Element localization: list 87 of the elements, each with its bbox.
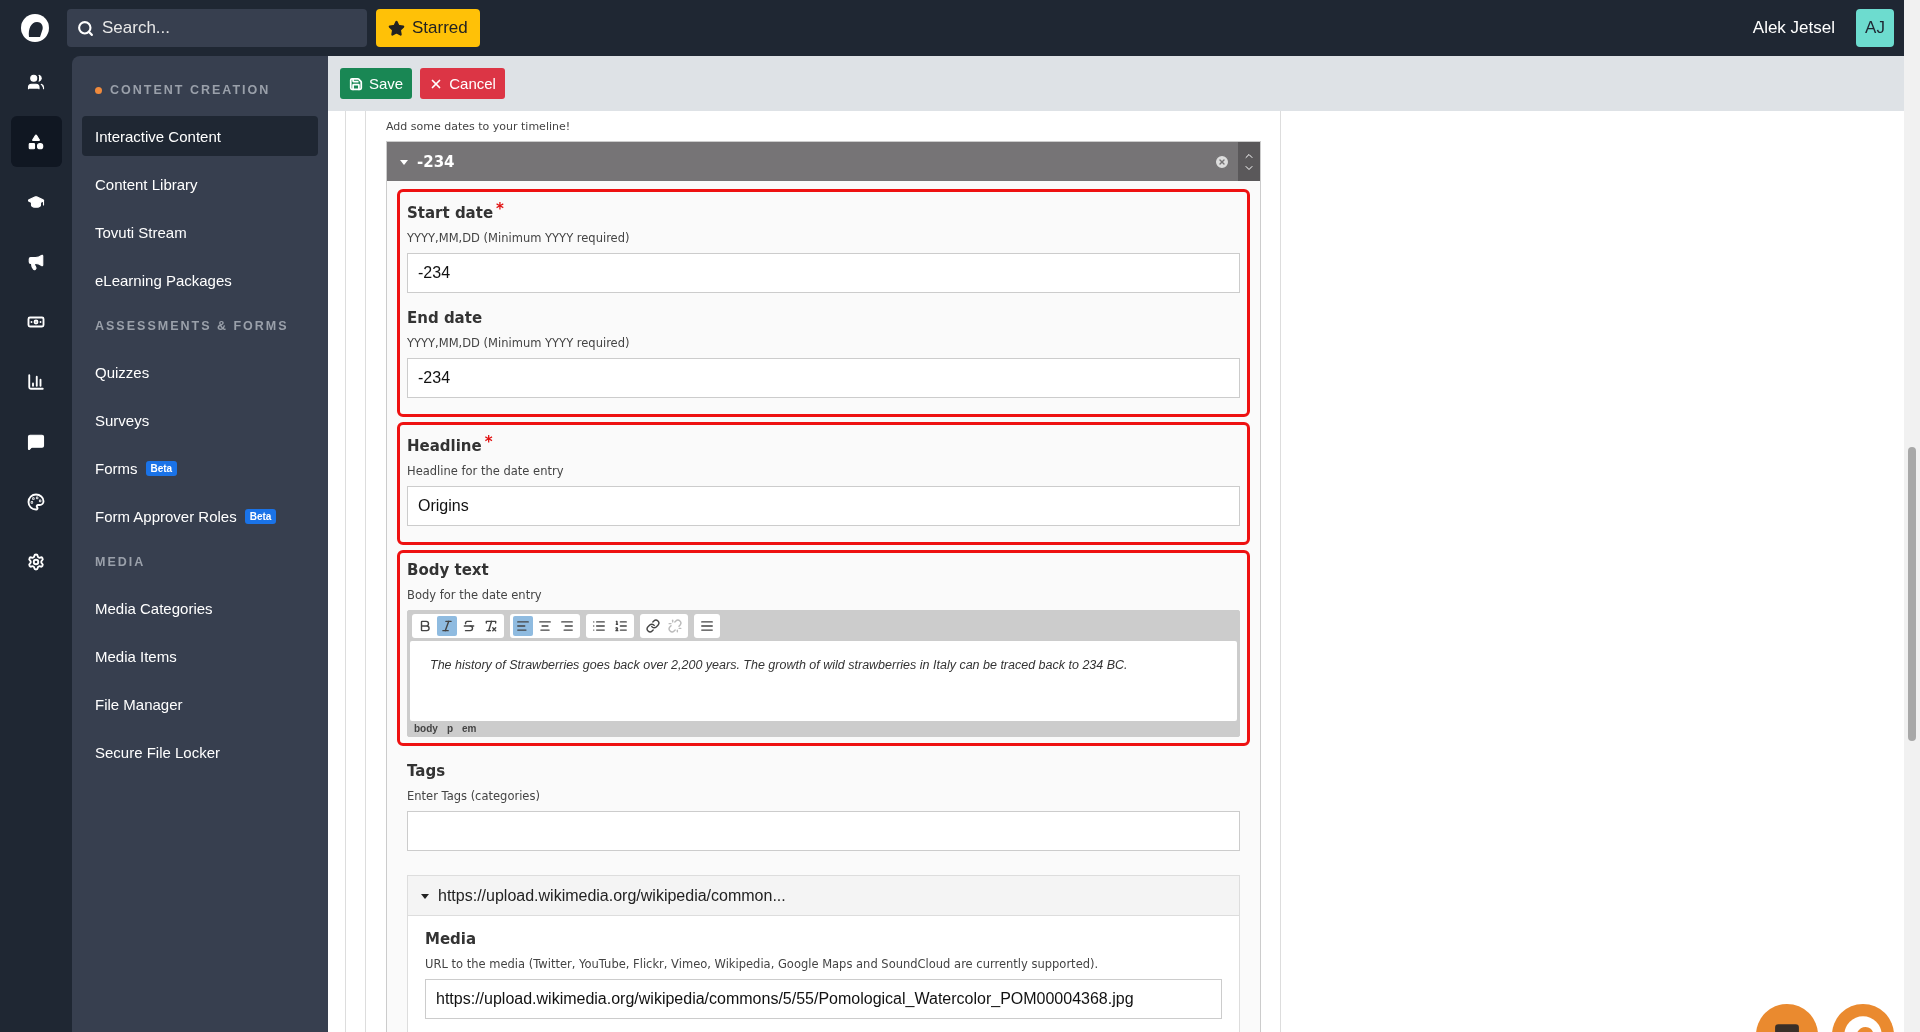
sidebar-item-label: File Manager: [95, 695, 183, 713]
user-name[interactable]: Alek Jetsel: [1752, 18, 1835, 38]
input-field[interactable]: https://upload.wikimedia.org/wikipedia/commons/5/55/Pomological_Watercolor_POM00004368.jpg: [425, 979, 1222, 1019]
section-heading: MEDIA: [95, 555, 146, 569]
section-heading: ASSESSMENTS & FORMS: [95, 319, 289, 333]
field-label: Body text: [407, 560, 490, 579]
star-icon: [388, 19, 405, 37]
sidebar-item-label: Surveys: [95, 411, 150, 429]
field-hint: Headline for the date entry: [407, 464, 565, 478]
input-field[interactable]: -234: [407, 253, 1240, 293]
sidebar-item-label: Forms: [95, 459, 138, 477]
sidebar-item-label: Secure File Locker: [95, 743, 221, 761]
rule-icon: [700, 619, 714, 633]
sidebar-item[interactable]: Secure File Locker: [82, 732, 318, 772]
sidebar-item-label: eLearning Packages: [95, 271, 232, 289]
cancel-button[interactable]: Cancel: [420, 68, 505, 99]
field-hint: YYYY,MM,DD (Minimum YYYY required): [407, 231, 631, 245]
sidebar-item[interactable]: eLearning Packages: [82, 260, 318, 300]
sidebar-item[interactable]: Forms Beta: [82, 448, 318, 488]
message-icon: [27, 432, 45, 451]
input-field[interactable]: Origins: [407, 486, 1240, 526]
scrollbar[interactable]: [1904, 0, 1920, 1032]
sidebar-item-label: Media Categories: [95, 599, 213, 617]
align-right-icon: [560, 619, 574, 633]
sidebar-item-label: Media Items: [95, 647, 177, 665]
rail-button[interactable]: [10, 116, 62, 167]
element-path-item[interactable]: body: [414, 723, 438, 734]
sidebar-item[interactable]: Content Library: [82, 164, 318, 204]
sidebar-item[interactable]: Tovuti Stream: [82, 212, 318, 252]
media-accordion-header[interactable]: https://upload.wikimedia.org/wikipedia/common...: [408, 876, 1239, 916]
beta-tag: Beta: [145, 460, 178, 476]
search-icon: [77, 19, 94, 37]
field-label: Tags: [407, 761, 447, 780]
logo-icon[interactable]: [20, 13, 50, 43]
bullets-icon: [592, 619, 606, 633]
strike-icon: [462, 619, 476, 633]
unlink-icon: [668, 619, 682, 633]
bold-icon: [418, 619, 432, 633]
field-hint: YYYY,MM,DD (Minimum YYYY required): [407, 336, 631, 350]
beta-tag: Beta: [244, 508, 277, 524]
shapes-icon: [27, 132, 45, 151]
required-mark: *: [484, 433, 493, 451]
required-mark: *: [496, 200, 504, 218]
link-button[interactable]: [643, 616, 663, 636]
user-avatar[interactable]: AJ: [1856, 9, 1894, 47]
field-hint: Enter Tags (categories): [407, 789, 541, 803]
italic-button[interactable]: [437, 616, 457, 636]
starred-button[interactable]: Starred: [376, 9, 480, 47]
field-hint: Body for the date entry: [407, 588, 543, 602]
align-left-button[interactable]: [513, 616, 533, 636]
users-icon: [27, 72, 45, 91]
italic-icon: [440, 619, 454, 633]
sidebar-item[interactable]: Media Categories: [82, 588, 318, 628]
sidebar-item[interactable]: Form Approver Roles Beta: [82, 496, 318, 536]
element-path-item[interactable]: p: [446, 723, 453, 734]
field-label: End date: [407, 308, 484, 327]
sidebar-item-label: Form Approver Roles: [95, 507, 237, 525]
megaphone-icon: [27, 252, 45, 271]
rich-text-editor[interactable]: The history of Strawberries goes back over 2,200 years. The growth of wild strawberries in Italy can be traced back to 234 BC. body p em: [407, 610, 1240, 737]
body-paragraph: The history of Strawberries goes back over 2,200 years. The growth of wild strawberries in Italy can be traced back to 234 BC.: [430, 658, 1129, 672]
sidebar-item[interactable]: Media Items: [82, 636, 318, 676]
sidebar-item-label: Quizzes: [95, 363, 150, 381]
section-heading: CONTENT CREATION: [110, 83, 271, 97]
intro-text: Add some dates to your timeline!: [386, 119, 572, 135]
element-path-item[interactable]: em: [462, 723, 477, 734]
sidebar-item[interactable]: File Manager: [82, 684, 318, 724]
bar-chart-icon: [27, 372, 45, 391]
input-field[interactable]: -234: [407, 358, 1240, 398]
remove-icon[interactable]: [1214, 153, 1230, 170]
sidebar-item-label: Tovuti Stream: [95, 223, 187, 241]
link-icon: [646, 619, 660, 633]
sidebar-item[interactable]: Interactive Content: [82, 116, 318, 156]
clear-icon: [484, 619, 498, 633]
sidebar-item-label: Content Library: [95, 175, 198, 193]
sidebar-item-label: Interactive Content: [95, 127, 221, 145]
numbers-icon: [614, 619, 628, 633]
field-hint: URL to the media (Twitter, YouTube, Flickr, Vimeo, Wikipedia, Google Maps and SoundCloud are currently supported).: [425, 957, 1100, 971]
align-left-icon: [516, 619, 530, 633]
sidebar-item[interactable]: Surveys: [82, 400, 318, 440]
palette-icon: [27, 492, 45, 511]
settings-icon: [27, 552, 45, 571]
sidebar-item[interactable]: Quizzes: [82, 352, 318, 392]
field-label: Media: [425, 929, 478, 948]
input-field[interactable]: [407, 811, 1240, 851]
reorder-control[interactable]: [1238, 142, 1260, 181]
align-center-icon: [538, 619, 552, 633]
save-button[interactable]: Save: [340, 68, 413, 99]
